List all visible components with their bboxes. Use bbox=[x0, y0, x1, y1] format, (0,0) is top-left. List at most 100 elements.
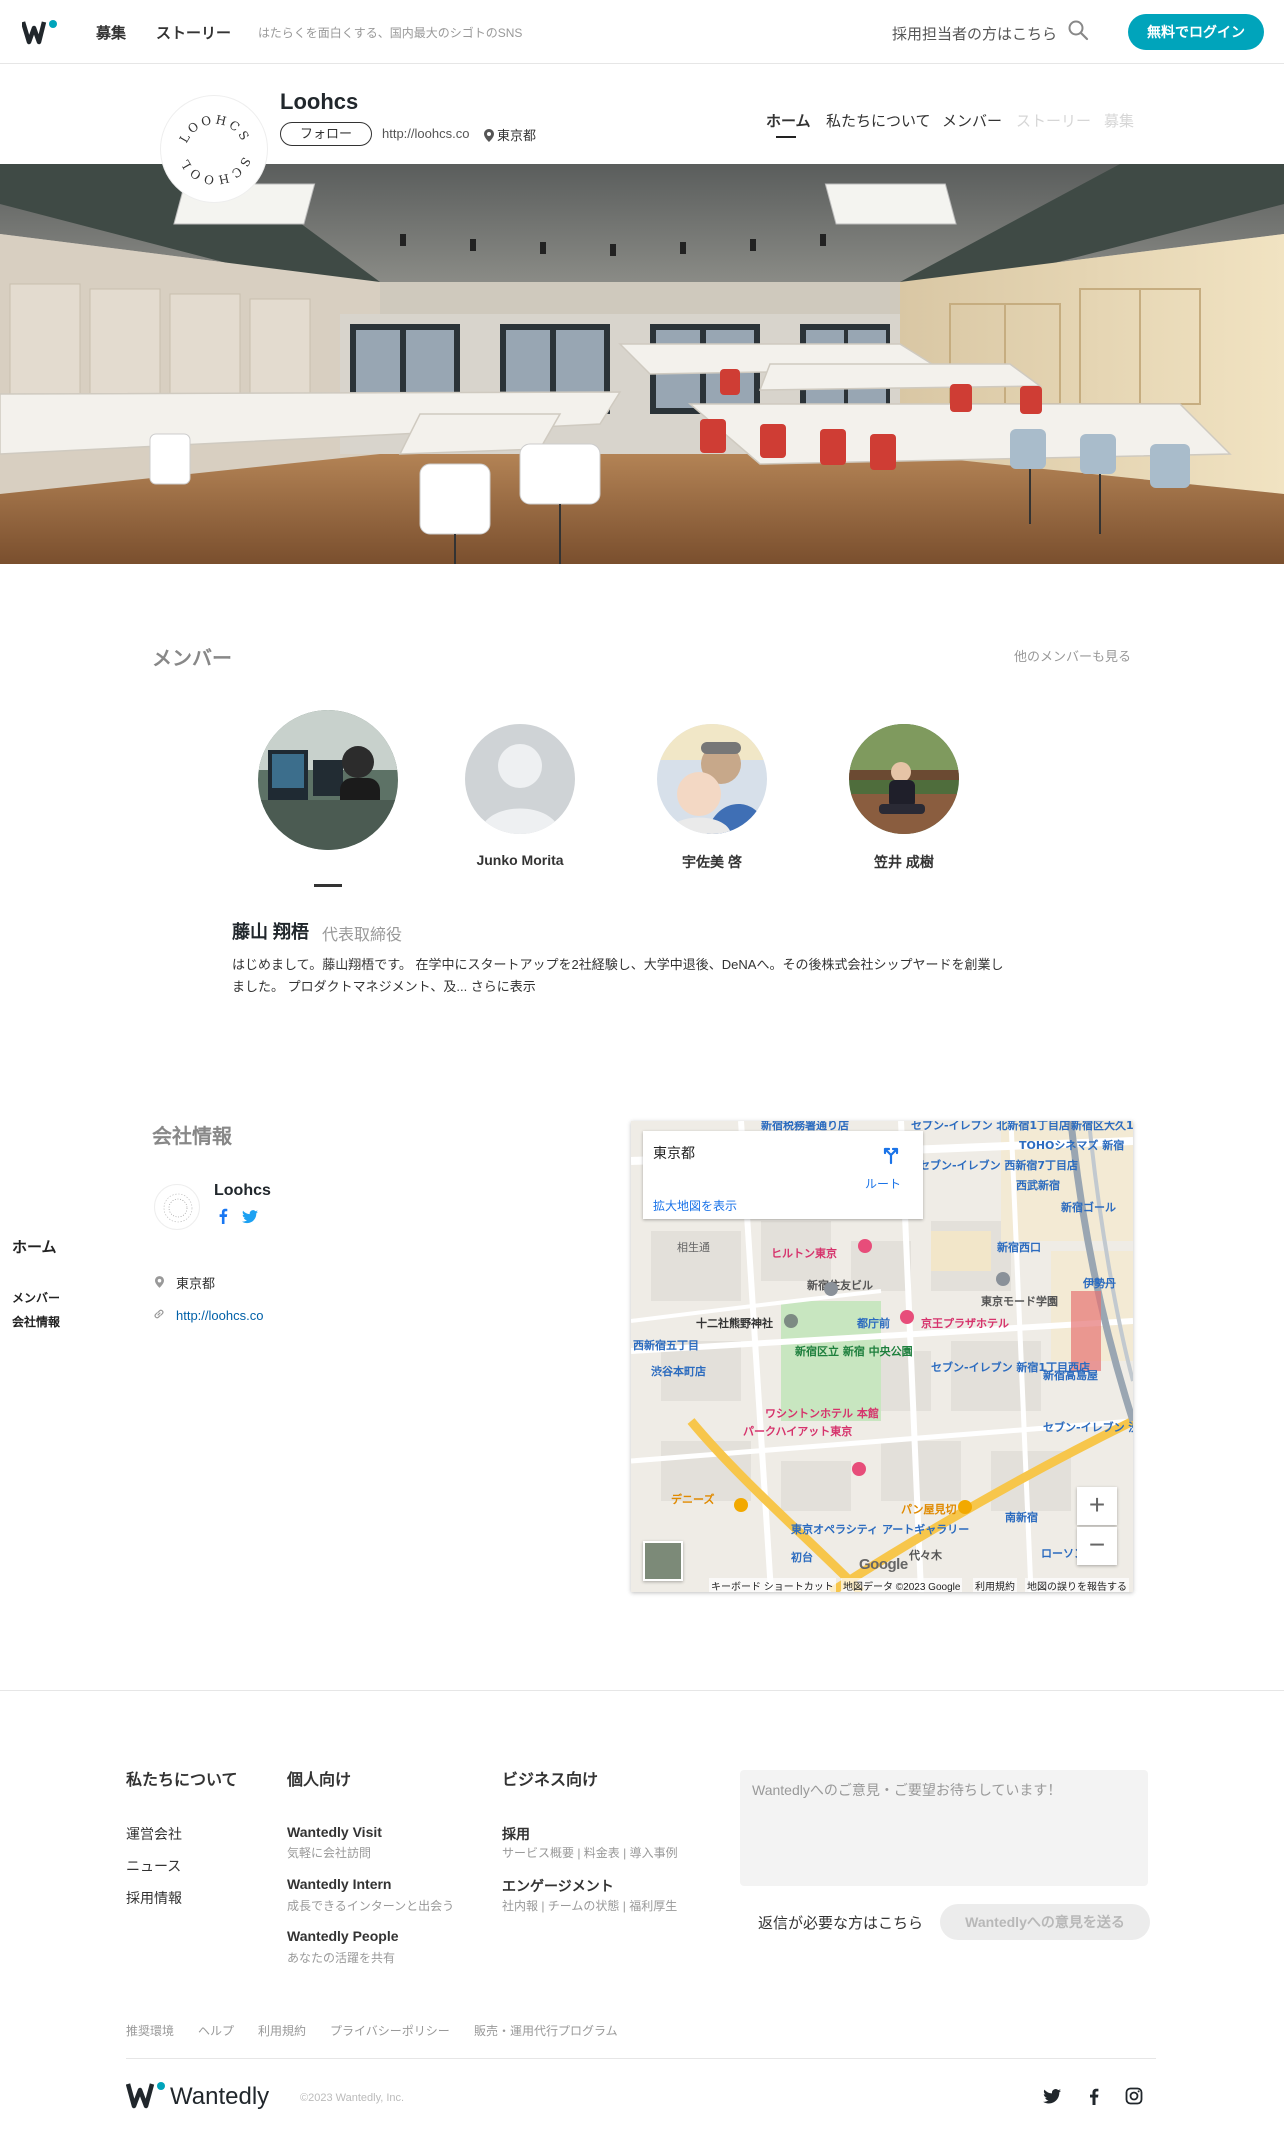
nav-stories-link[interactable]: ストーリー bbox=[156, 22, 231, 43]
map-route-link[interactable]: ルート bbox=[865, 1175, 901, 1192]
footer-legal-link[interactable]: 利用規約 bbox=[258, 2022, 306, 2039]
member-card[interactable]: 笠井 成樹 bbox=[824, 724, 984, 872]
map-pin-icon[interactable] bbox=[734, 1498, 748, 1512]
footer-link-careers[interactable]: 採用情報 bbox=[126, 1888, 182, 1908]
map-keyboard-shortcuts[interactable]: キーボード ショートカット bbox=[709, 1578, 836, 1592]
google-logo: Google bbox=[859, 1556, 908, 1573]
see-more-members-link[interactable]: 他のメンバーも見る bbox=[1014, 646, 1131, 665]
twitter-icon[interactable] bbox=[1042, 2086, 1062, 2106]
map-footer: キーボード ショートカット 地図データ ©2023 Google 利用規約 地図… bbox=[631, 1576, 1133, 1592]
selected-member-bio[interactable]: はじめまして。藤山翔梧です。 在学中にスタートアップを2社経験し、大学中退後、D… bbox=[232, 954, 1012, 998]
send-feedback-button[interactable]: Wantedlyへの意見を送る bbox=[940, 1904, 1150, 1940]
directions-icon[interactable] bbox=[881, 1145, 901, 1165]
twitter-icon[interactable] bbox=[242, 1210, 259, 1224]
footer-product-visit[interactable]: Wantedly Visit bbox=[287, 1824, 382, 1840]
map-label: 京王プラザホテル bbox=[921, 1316, 1009, 1330]
footer-business-sub[interactable]: 社内報 | チームの状態 | 福利厚生 bbox=[502, 1897, 677, 1914]
map-label: 相生通 bbox=[677, 1240, 710, 1254]
map-place-card: 東京都 ルート 拡大地図を表示 bbox=[643, 1131, 923, 1219]
map-label: 新宿西口 bbox=[997, 1240, 1041, 1254]
nav-recruit-link[interactable]: 募集 bbox=[96, 22, 126, 43]
sidenav-members[interactable]: メンバー bbox=[12, 1289, 60, 1306]
map-report-error-link[interactable]: 地図の誤りを報告する bbox=[1025, 1578, 1129, 1592]
map-label: 初台 bbox=[791, 1550, 813, 1564]
reply-needed-link[interactable]: 返信が必要な方はこちら bbox=[758, 1912, 923, 1933]
tab-members[interactable]: メンバー bbox=[942, 110, 1002, 131]
member-avatar bbox=[465, 724, 575, 834]
map-label: 新宿ゴール bbox=[1061, 1200, 1116, 1214]
footer-link-news[interactable]: ニュース bbox=[126, 1856, 181, 1876]
map-zoom-out-button[interactable]: − bbox=[1077, 1527, 1117, 1565]
map-pin-icon[interactable] bbox=[784, 1314, 798, 1328]
tab-about[interactable]: 私たちについて bbox=[826, 110, 931, 131]
footer-product-sub: あなたの活躍を共有 bbox=[287, 1951, 396, 1965]
footer-business-sub[interactable]: サービス概要 | 料金表 | 導入事例 bbox=[502, 1844, 678, 1861]
map-terms-link[interactable]: 利用規約 bbox=[973, 1578, 1017, 1592]
map-label: 都庁前 bbox=[856, 1316, 890, 1330]
link-icon bbox=[152, 1308, 166, 1323]
footer-link-company[interactable]: 運営会社 bbox=[126, 1824, 182, 1844]
footer-product-people[interactable]: Wantedly People bbox=[287, 1928, 399, 1944]
footer-legal-link[interactable]: 販売・運用代行プログラム bbox=[474, 2022, 618, 2039]
top-navigation: 募集 ストーリー はたらくを面白くする、国内最大のシゴトのSNS 採用担当者の方… bbox=[0, 0, 1284, 64]
map-data-credit: 地図データ ©2023 Google bbox=[841, 1578, 963, 1592]
footer-divider bbox=[0, 1690, 1284, 1691]
map-label: 東京オペラシティ アートギャラリー bbox=[791, 1522, 969, 1536]
map-pin-icon[interactable] bbox=[852, 1462, 866, 1476]
company-name: Loohcs bbox=[280, 89, 359, 114]
instagram-icon[interactable] bbox=[1124, 2086, 1144, 2106]
map-pin-icon[interactable] bbox=[900, 1310, 914, 1324]
facebook-icon[interactable] bbox=[218, 1208, 228, 1224]
map-pin-icon[interactable] bbox=[996, 1272, 1010, 1286]
footer-product-sub: 成長できるインターンと出会う bbox=[287, 1899, 455, 1913]
tab-home[interactable]: ホーム bbox=[766, 110, 811, 131]
map-satellite-toggle[interactable] bbox=[643, 1541, 683, 1581]
map-pin-icon[interactable] bbox=[858, 1239, 872, 1253]
map-view-larger-link[interactable]: 拡大地図を表示 bbox=[653, 1197, 737, 1214]
map-label: セブン-イレブン 西新宿7丁目店 bbox=[919, 1158, 1078, 1172]
footer-business-engagement[interactable]: エンゲージメント bbox=[502, 1876, 614, 1896]
map-label: セブン-イレブン 北新宿1丁目店 bbox=[911, 1121, 1070, 1132]
map-label: 伊勢丹 bbox=[1082, 1276, 1116, 1290]
footer-divider bbox=[126, 2058, 1156, 2059]
follow-button[interactable]: フォロー bbox=[280, 122, 372, 146]
location-pin-icon bbox=[484, 129, 494, 142]
google-map[interactable]: 新宿税務署通り店 セブン-イレブン 北新宿1丁目店 新宿区大久1 TOHOシネマ… bbox=[631, 1121, 1133, 1592]
company-info-url-link[interactable]: http://loohcs.co bbox=[176, 1308, 263, 1323]
map-pin-icon[interactable] bbox=[824, 1282, 838, 1296]
login-button[interactable]: 無料でログイン bbox=[1128, 14, 1264, 50]
footer-legal-link[interactable]: 推奨環境 bbox=[126, 2022, 174, 2039]
location-pin-icon bbox=[152, 1276, 166, 1291]
member-card[interactable]: 宇佐美 啓 bbox=[632, 724, 792, 872]
map-pin-icon[interactable] bbox=[958, 1500, 972, 1514]
footer-about-title: 私たちについて bbox=[126, 1772, 238, 1789]
map-label: 東京モード学園 bbox=[981, 1294, 1058, 1308]
member-name: Junko Morita bbox=[476, 852, 564, 868]
map-label: 新宿高島屋 bbox=[1043, 1368, 1098, 1382]
footer-legal-link[interactable]: ヘルプ bbox=[198, 2022, 234, 2039]
svg-text:LOOHCS: LOOHCS bbox=[177, 113, 253, 146]
feedback-textarea[interactable]: Wantedlyへのご意見・ご要望お待ちしています！ bbox=[740, 1770, 1148, 1886]
member-avatar bbox=[849, 724, 959, 834]
facebook-icon[interactable] bbox=[1084, 2086, 1104, 2106]
map-label: 新宿住友ビル bbox=[807, 1278, 873, 1292]
map-label: 新宿区立 新宿 中央公園 bbox=[795, 1344, 913, 1358]
footer-legal-link[interactable]: プライバシーポリシー bbox=[330, 2022, 450, 2039]
map-label: 西新宿五丁目 bbox=[633, 1338, 699, 1352]
sidenav-home[interactable]: ホーム bbox=[12, 1236, 57, 1257]
member-card[interactable] bbox=[258, 710, 398, 850]
company-info-url: http://loohcs.co bbox=[152, 1308, 263, 1323]
footer-business-recruit[interactable]: 採用 bbox=[502, 1824, 530, 1844]
footer-product-sub: 気軽に会社訪問 bbox=[287, 1846, 372, 1860]
map-label: パン屋見切 bbox=[901, 1503, 957, 1516]
search-icon[interactable] bbox=[1066, 18, 1090, 42]
company-url-link[interactable]: http://loohcs.co bbox=[382, 126, 469, 141]
wantedly-footer-logo[interactable]: Wantedly bbox=[125, 2080, 290, 2115]
company-location-text: 東京都 bbox=[497, 128, 537, 143]
member-card[interactable]: Junko Morita bbox=[440, 724, 600, 868]
recruiter-link[interactable]: 採用担当者の方はこちら bbox=[892, 23, 1057, 44]
map-zoom-in-button[interactable]: + bbox=[1077, 1487, 1117, 1525]
footer-product-intern[interactable]: Wantedly Intern bbox=[287, 1876, 392, 1892]
sidenav-company-info[interactable]: 会社情報 bbox=[12, 1313, 60, 1330]
wantedly-logo-icon[interactable] bbox=[22, 18, 58, 46]
